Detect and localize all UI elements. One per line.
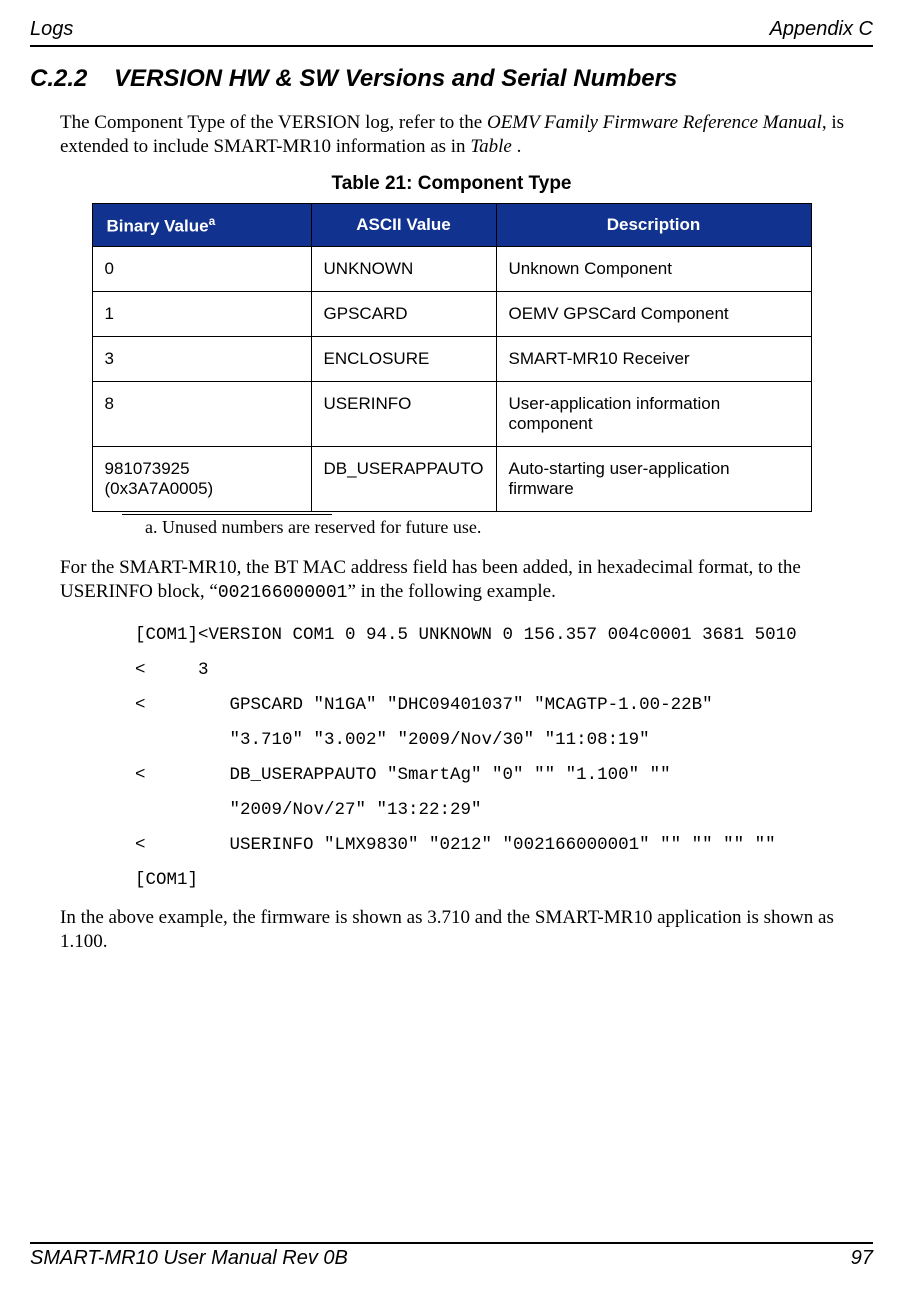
footer-left: SMART-MR10 User Manual Rev 0B — [30, 1247, 348, 1270]
intro-pre: The Component Type of the VERSION log, r… — [60, 112, 487, 133]
footer-right: 97 — [851, 1247, 873, 1270]
table-header-row: Binary Valuea ASCII Value Description — [92, 203, 811, 247]
table-row: 3 ENCLOSURE SMART-MR10 Receiver — [92, 337, 811, 382]
page-footer: SMART-MR10 User Manual Rev 0B 97 — [30, 1242, 873, 1270]
intro-paragraph: The Component Type of the VERSION log, r… — [60, 111, 873, 159]
code-line: < DB_USERAPPAUTO "SmartAg" "0" "" "1.100… — [135, 765, 671, 785]
cell-binary: 981073925 (0x3A7A0005) — [92, 447, 311, 512]
footnote-rule — [122, 514, 332, 515]
th-binary-text: Binary Value — [107, 216, 209, 235]
cell-desc: SMART-MR10 Receiver — [496, 337, 811, 382]
table-row: 8 USERINFO User-application information … — [92, 382, 811, 447]
para2-code: 002166000001 — [218, 583, 348, 603]
code-line: "3.710" "3.002" "2009/Nov/30" "11:08:19" — [135, 730, 650, 750]
cell-ascii: DB_USERAPPAUTO — [311, 447, 496, 512]
intro-em1: OEMV Family Firmware Reference Manual — [487, 112, 822, 133]
code-block: [COM1]<VERSION COM1 0 94.5 UNKNOWN 0 156… — [135, 618, 873, 898]
header-left: Logs — [30, 18, 73, 41]
table-row: 981073925 (0x3A7A0005) DB_USERAPPAUTO Au… — [92, 447, 811, 512]
code-line: [COM1]<VERSION COM1 0 94.5 UNKNOWN 0 156… — [135, 625, 797, 645]
header-right: Appendix C — [770, 18, 873, 41]
cell-desc: Unknown Component — [496, 247, 811, 292]
cell-ascii: UNKNOWN — [311, 247, 496, 292]
cell-desc: OEMV GPSCard Component — [496, 292, 811, 337]
table-caption: Table 21: Component Type — [30, 173, 873, 195]
cell-desc: Auto-starting user-application firmware — [496, 447, 811, 512]
component-type-table: Binary Valuea ASCII Value Description 0 … — [92, 203, 812, 513]
section-title: VERSION HW & SW Versions and Serial Numb… — [114, 65, 677, 92]
code-line: < USERINFO "LMX9830" "0212" "00216600000… — [135, 835, 776, 855]
code-line: [COM1] — [135, 870, 198, 890]
th-binary-sup: a — [209, 214, 216, 228]
intro-em2: Table — [470, 136, 516, 157]
page-header: Logs Appendix C — [30, 18, 873, 47]
cell-binary: 8 — [92, 382, 311, 447]
section-number: C.2.2 — [30, 65, 87, 92]
cell-desc: User-application information component — [496, 382, 811, 447]
th-description: Description — [496, 203, 811, 247]
cell-ascii: GPSCARD — [311, 292, 496, 337]
cell-binary: 0 — [92, 247, 311, 292]
section-heading: C.2.2 VERSION HW & SW Versions and Seria… — [30, 65, 873, 93]
cell-ascii: USERINFO — [311, 382, 496, 447]
code-line: < GPSCARD "N1GA" "DHC09401037" "MCAGTP-1… — [135, 695, 713, 715]
cell-binary: 1 — [92, 292, 311, 337]
code-line: "2009/Nov/27" "13:22:29" — [135, 800, 482, 820]
table-row: 0 UNKNOWN Unknown Component — [92, 247, 811, 292]
cell-ascii: ENCLOSURE — [311, 337, 496, 382]
intro-post: . — [517, 136, 522, 157]
para2: For the SMART-MR10, the BT MAC address f… — [60, 556, 873, 604]
th-ascii-value: ASCII Value — [311, 203, 496, 247]
code-line: < 3 — [135, 660, 209, 680]
table-footnote: a. Unused numbers are reserved for futur… — [145, 517, 873, 538]
para3: In the above example, the firmware is sh… — [60, 906, 873, 954]
th-binary-value: Binary Valuea — [92, 203, 311, 247]
cell-binary: 3 — [92, 337, 311, 382]
table-row: 1 GPSCARD OEMV GPSCard Component — [92, 292, 811, 337]
para2-post: ” in the following example. — [347, 581, 555, 602]
